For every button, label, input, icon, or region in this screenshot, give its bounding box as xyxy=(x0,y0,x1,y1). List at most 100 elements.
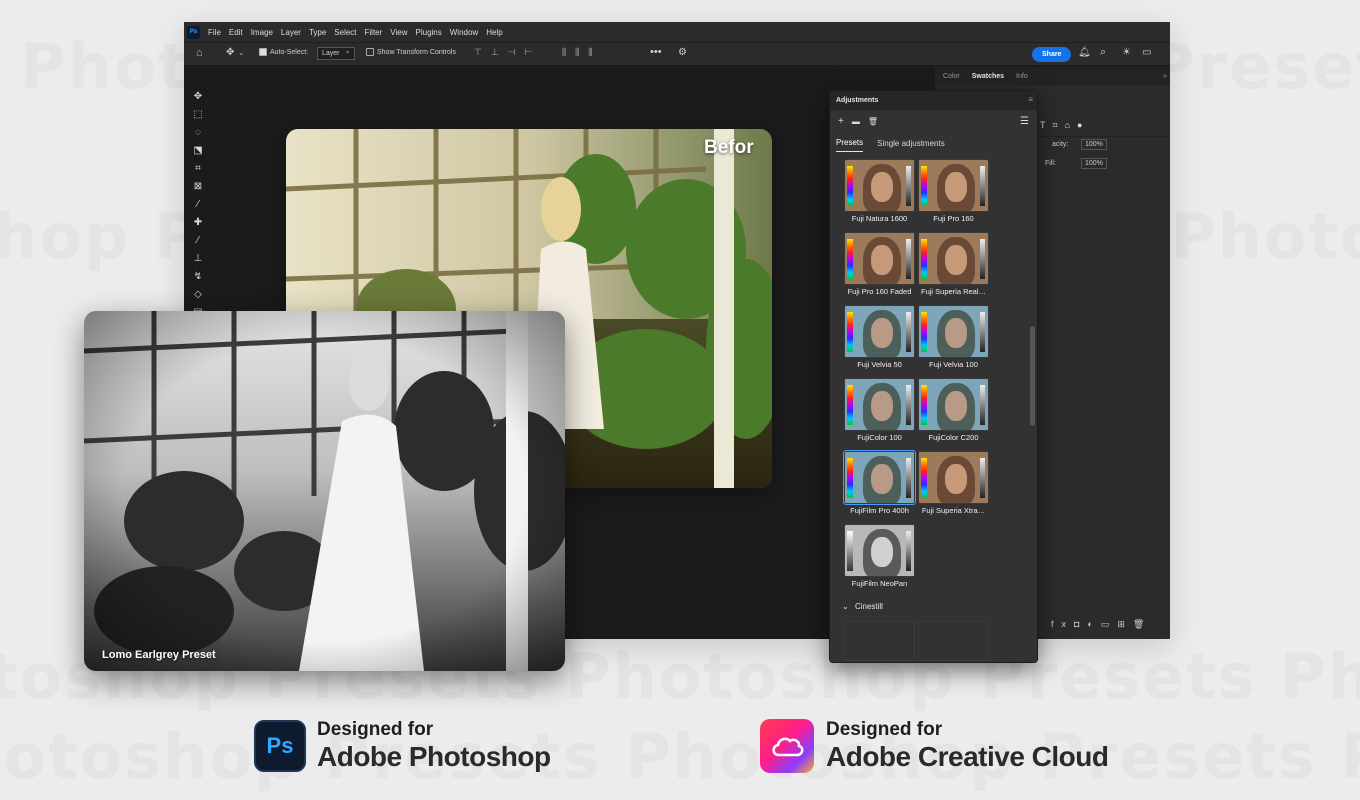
cloud-glyph-icon xyxy=(772,737,804,757)
preset-thumbnail xyxy=(844,378,915,431)
marquee-icon[interactable]: ⬚ xyxy=(188,105,208,123)
creative-cloud-logo-icon xyxy=(760,719,814,773)
eraser-icon[interactable]: ◇ xyxy=(188,285,208,303)
home-icon[interactable]: ⌂ xyxy=(196,47,203,59)
share-button[interactable]: Share xyxy=(1032,47,1072,62)
show-transform-checkbox[interactable] xyxy=(366,48,374,56)
list-view-icon[interactable]: ☰ xyxy=(1020,116,1029,127)
history-brush-icon[interactable]: ↯ xyxy=(188,267,208,285)
menu-layer[interactable]: Layer xyxy=(281,28,301,37)
menu-bar: Ps File Edit Image Layer Type Select Fil… xyxy=(184,22,1170,42)
preset-thumbnail xyxy=(918,621,989,661)
gear-icon[interactable]: ⚙ xyxy=(678,47,687,58)
menu-help[interactable]: Help xyxy=(486,28,502,37)
preset-thumbnail xyxy=(844,621,915,661)
menu-window[interactable]: Window xyxy=(450,28,478,37)
panel-collapse-icon[interactable]: » xyxy=(1163,73,1167,80)
preset-thumbnail xyxy=(844,305,915,358)
auto-select-checkbox[interactable] xyxy=(259,48,267,56)
adjustments-panel: Adjustments ≡ + ▬ 🗑︎ ☰ Presets Single ad… xyxy=(829,90,1038,663)
opacity-field[interactable]: 100% xyxy=(1081,139,1107,150)
lightbulb-icon[interactable]: ☀ xyxy=(1122,47,1131,58)
align-icons[interactable]: ⊤⊥⊣⊢ xyxy=(474,47,541,58)
adjustments-title-text: Adjustments xyxy=(836,97,879,104)
tab-color[interactable]: Color xyxy=(943,73,960,80)
frame-icon[interactable]: ⊠ xyxy=(188,177,208,195)
greenhouse-bw-image xyxy=(84,311,565,671)
photoshop-app-icon: Ps xyxy=(187,25,200,39)
crop-icon[interactable]: ⌗ xyxy=(188,159,208,177)
preset-name: FujiColor C200 xyxy=(928,433,979,442)
preset-item[interactable]: FujiFilm NeoPan xyxy=(844,524,915,588)
brush-icon[interactable]: ∕ xyxy=(188,231,208,249)
preset-item[interactable]: Fuji Velvia 50 xyxy=(844,305,915,369)
move-icon[interactable]: ✥ xyxy=(188,87,208,105)
tab-info[interactable]: Info xyxy=(1016,73,1028,80)
auto-select-option[interactable]: Auto-Select: xyxy=(259,48,308,56)
menu-edit[interactable]: Edit xyxy=(229,28,243,37)
auto-select-dropdown[interactable]: Layer xyxy=(317,47,355,60)
lasso-icon[interactable]: ◌ xyxy=(188,123,208,141)
panel-scrollbar[interactable] xyxy=(1030,326,1035,426)
color-panel-tabs: Color Swatches Info xyxy=(935,67,1170,85)
badge-line1: Designed for xyxy=(826,719,943,740)
menu-view[interactable]: View xyxy=(390,28,407,37)
distribute-icons[interactable]: ⫼⫼⫼ xyxy=(562,47,601,58)
move-tool-icon[interactable]: ✥ ⌄ xyxy=(226,47,244,58)
add-preset-icon[interactable]: + xyxy=(838,116,844,127)
preset-item[interactable] xyxy=(918,621,989,661)
preset-item[interactable]: Fuji Pro 160 Faded xyxy=(844,232,915,296)
show-transform-label: Show Transform Controls xyxy=(377,48,456,56)
preset-item[interactable]: Fuji Superia Xtra… xyxy=(918,451,989,515)
cinestill-group[interactable]: ⌄ Cinestill xyxy=(842,602,883,611)
preset-item[interactable] xyxy=(844,621,915,661)
badge-line1: Designed for xyxy=(317,719,434,740)
show-transform-option[interactable]: Show Transform Controls xyxy=(366,48,456,56)
preset-item[interactable]: FujiColor 100 xyxy=(844,378,915,442)
preset-item[interactable]: Fuji Natura 1600 xyxy=(844,159,915,223)
preset-thumbnail xyxy=(918,232,989,285)
before-label: Befor xyxy=(704,137,754,158)
photoshop-badge: Ps Designed for Adobe Photoshop xyxy=(254,719,551,773)
preset-thumbnail xyxy=(918,159,989,212)
preset-name: Fuji Superia Xtra… xyxy=(921,506,986,515)
tools-panel: ✥ ⬚ ◌ ⬔ ⌗ ⊠ ⁄ ✚ ∕ ⊥ ↯ ◇ ▤ xyxy=(188,87,208,337)
trash-icon[interactable]: 🗑︎ xyxy=(868,117,878,126)
lock-icons[interactable]: T⌗⌂● xyxy=(1040,120,1089,131)
preset-item[interactable]: FujiFilm Pro 400h xyxy=(843,450,916,515)
bell-icon[interactable]: 🔔︎ xyxy=(1078,47,1091,58)
folder-icon[interactable]: ▬ xyxy=(852,117,860,126)
preset-item[interactable]: Fuji Pro 160 xyxy=(918,159,989,223)
preset-thumbnail xyxy=(844,159,915,212)
preset-thumbnail xyxy=(844,524,915,577)
menu-image[interactable]: Image xyxy=(251,28,273,37)
eyedropper-icon[interactable]: ⁄ xyxy=(188,195,208,213)
stamp-icon[interactable]: ⊥ xyxy=(188,249,208,267)
preset-item[interactable]: Fuji Velvia 100 xyxy=(918,305,989,369)
workspace-icon[interactable]: ▭ xyxy=(1142,47,1151,58)
menu-filter[interactable]: Filter xyxy=(365,28,383,37)
preset-name: Fuji Pro 160 xyxy=(933,214,974,223)
menu-select[interactable]: Select xyxy=(334,28,356,37)
search-icon[interactable]: ⌕ xyxy=(1100,46,1106,59)
menu-type[interactable]: Type xyxy=(309,28,326,37)
tab-swatches[interactable]: Swatches xyxy=(972,73,1004,80)
preset-thumbnail xyxy=(918,305,989,358)
more-options-icon[interactable]: ••• xyxy=(650,46,662,58)
object-select-icon[interactable]: ⬔ xyxy=(188,141,208,159)
menu-plugins[interactable]: Plugins xyxy=(416,28,442,37)
preset-item[interactable]: Fuji Superia Real… xyxy=(918,232,989,296)
menu-file[interactable]: File xyxy=(208,28,221,37)
panel-menu-icon[interactable]: ≡ xyxy=(1028,95,1033,104)
tab-presets[interactable]: Presets xyxy=(836,138,864,152)
creative-cloud-badge: Designed for Adobe Creative Cloud xyxy=(760,719,1109,773)
preset-item[interactable]: FujiColor C200 xyxy=(918,378,989,442)
fill-field[interactable]: 100% xyxy=(1081,158,1107,169)
preset-name: Fuji Superia Real… xyxy=(920,287,987,296)
tab-single-adjustments[interactable]: Single adjustments xyxy=(877,139,945,152)
healing-brush-icon[interactable]: ✚ xyxy=(188,213,208,231)
preset-name: FujiFilm NeoPan xyxy=(851,579,908,588)
layer-actions-icons[interactable]: fx◘◐▭⊞🗑︎ xyxy=(1051,619,1152,630)
preset-name: Fuji Velvia 100 xyxy=(929,360,978,369)
preset-name: Fuji Natura 1600 xyxy=(851,214,908,223)
